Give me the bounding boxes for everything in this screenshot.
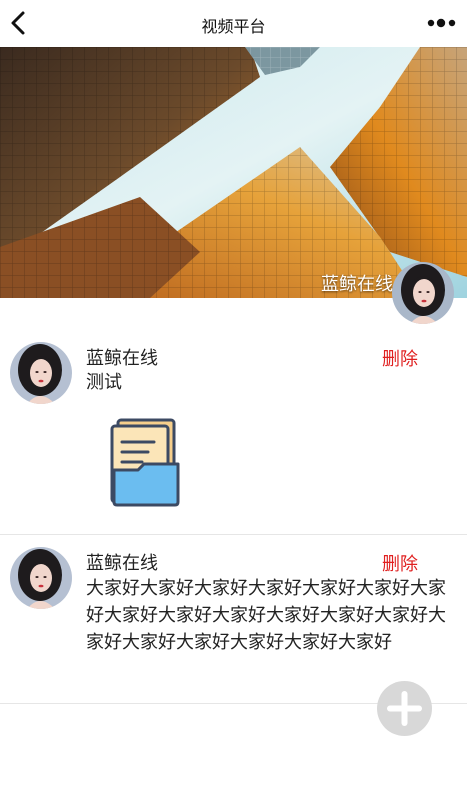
post-avatar[interactable] [10,547,72,609]
delete-button[interactable]: 删除 [382,550,418,576]
more-dots-icon [427,18,456,28]
folder-document-icon[interactable] [108,416,184,510]
post-author: 蓝鲸在线 [86,348,158,369]
banner-avatar[interactable] [392,262,454,324]
post-item: 蓝鲸在线 删除 大家好大家好大家好大家好大家好大家好大家好大家好大家好大家好大家… [0,535,467,704]
delete-button[interactable]: 删除 [382,345,418,371]
page-title: 视频平台 [201,17,266,36]
top-bar: 视频平台 [0,0,467,47]
post-avatar[interactable] [10,342,72,404]
plus-icon [387,691,422,726]
user-portrait-image [392,262,454,324]
banner-user-name: 蓝鲸在线 [321,274,393,295]
more-button[interactable] [427,15,457,31]
add-button[interactable] [377,681,432,736]
user-portrait-image [10,342,72,404]
post-text: 测试 [86,372,122,393]
post-text: 大家好大家好大家好大家好大家好大家好大家好大家好大家好大家好大家好大家好大家好大… [86,578,446,653]
post-author: 蓝鲸在线 [86,553,158,574]
user-portrait-image [10,547,72,609]
cover-image [0,47,467,298]
cover-banner: 蓝鲸在线 [0,47,467,298]
post-item: 蓝鲸在线 删除 测试 [0,298,467,535]
